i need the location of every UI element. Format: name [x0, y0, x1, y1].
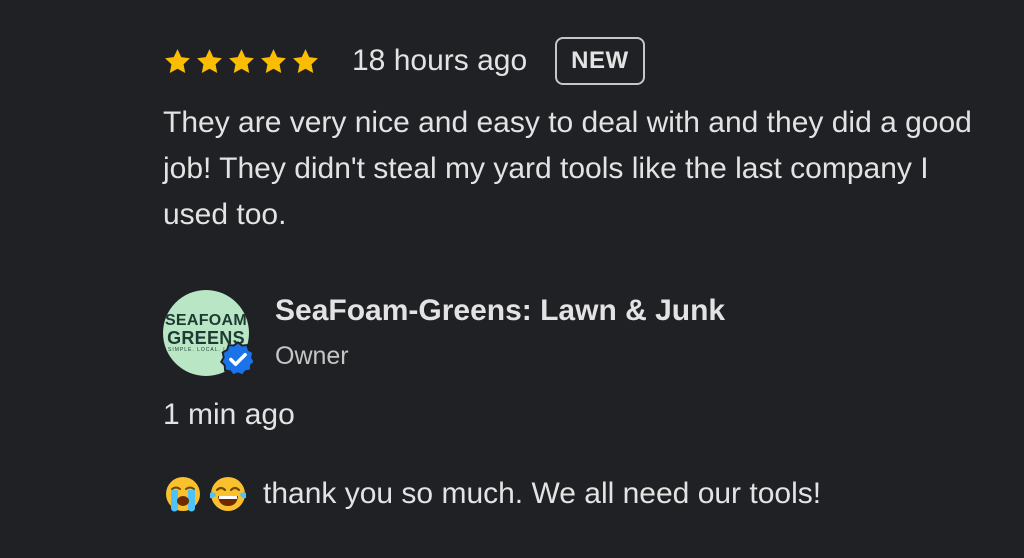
logo-text-line1: SEAFOAM — [164, 311, 248, 329]
review: 18 hours ago NEW They are very nice and … — [163, 30, 983, 238]
owner-role: Owner — [275, 342, 349, 370]
star-icon — [293, 48, 318, 73]
owner-reply: SEAFOAM GREENS SIMPLE. LOCAL. LAWN. SeaF… — [163, 290, 983, 514]
new-badge: NEW — [555, 37, 645, 85]
star-rating — [163, 47, 320, 76]
reply-text: thank you so much. We all need our tools… — [263, 477, 822, 510]
reply-time: 1 min ago — [163, 398, 295, 431]
owner-name[interactable]: SeaFoam-Greens: Lawn & Junk — [275, 291, 725, 331]
star-icon — [229, 48, 254, 73]
star-icon — [197, 48, 222, 73]
review-text: They are very nice and easy to deal with… — [163, 106, 972, 231]
review-time: 18 hours ago — [352, 44, 528, 77]
star-icon — [165, 48, 190, 73]
tears-of-joy-face-icon — [210, 477, 246, 511]
verified-check-icon — [220, 341, 256, 377]
star-icon — [261, 48, 286, 73]
review-meta: 18 hours ago NEW — [163, 30, 983, 92]
loudly-crying-face-icon — [166, 477, 200, 512]
owner-info: SeaFoam-Greens: Lawn & Junk Owner — [275, 291, 725, 375]
owner-avatar[interactable]: SEAFOAM GREENS SIMPLE. LOCAL. LAWN. — [163, 290, 256, 377]
reply-content: thank you so much. We all need our tools… — [163, 474, 983, 514]
owner-header: SEAFOAM GREENS SIMPLE. LOCAL. LAWN. SeaF… — [163, 290, 983, 377]
